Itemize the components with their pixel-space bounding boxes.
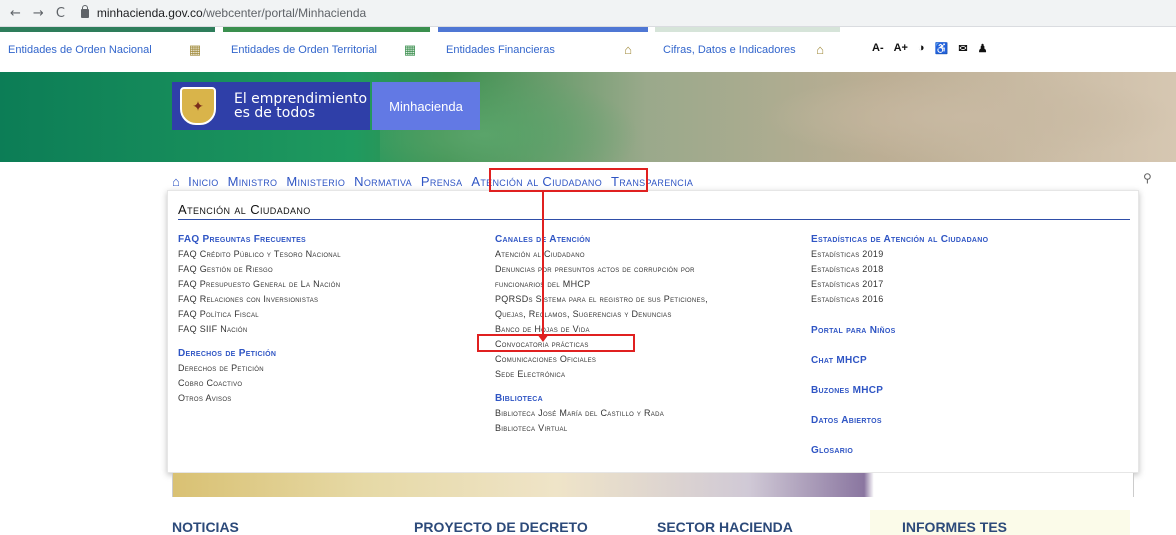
lock-icon (80, 4, 89, 18)
entity-color-bar (655, 27, 840, 32)
menu-link[interactable]: FAQ Gestión de Riesgo (178, 262, 341, 277)
menu-heading[interactable]: Canales de Atención (495, 233, 708, 247)
menu-link[interactable]: Atención al Ciudadano (495, 247, 708, 262)
menu-heading[interactable]: Estadísticas de Atención al Ciudadano (811, 233, 988, 247)
coat-of-arms-icon: ✦ (180, 87, 216, 125)
mega-menu-panel: Atención al Ciudadano FAQ Preguntas Frec… (167, 190, 1139, 473)
map-icon: ▦ (403, 42, 417, 57)
carousel-image-strip (172, 473, 1134, 497)
section-sector-hacienda[interactable]: SECTOR HACIENDA (657, 519, 793, 535)
bank-icon: ⌂ (624, 42, 632, 57)
slogan: El emprendimiento es de todos (234, 92, 367, 120)
menu-link[interactable]: Otros Avisos (178, 391, 341, 406)
nav-item-ministerio[interactable]: Ministerio (286, 174, 345, 189)
menu-link[interactable]: FAQ Crédito Público y Tesoro Nacional (178, 247, 341, 262)
menu-heading[interactable]: Chat MHCP (811, 354, 988, 368)
entity-label: Cifras, Datos e Indicadores (663, 43, 796, 56)
entity-color-bar (0, 27, 215, 32)
entity-orden-territorial[interactable]: Entidades de Orden Territorial ▦ (223, 27, 430, 72)
nav-item-ministro[interactable]: Ministro (228, 174, 278, 189)
entities-bar: Entidades de Orden Nacional ▦ Entidades … (0, 27, 1176, 72)
menu-link[interactable]: FAQ Política Fiscal (178, 307, 341, 322)
menu-column-faq: FAQ Preguntas Frecuentes FAQ Crédito Púb… (178, 233, 341, 406)
back-icon[interactable]: ← (10, 6, 21, 21)
slogan-line1: El emprendimiento (234, 91, 368, 107)
url-domain: minhacienda.gov.co (96, 6, 203, 20)
section-informes-tes[interactable]: INFORMES TES (902, 519, 1007, 535)
menu-heading[interactable]: Biblioteca (495, 392, 708, 406)
annotation-arrowhead (537, 334, 549, 342)
menu-link[interactable]: Sede Electrónica (495, 367, 708, 382)
menu-link[interactable]: Cobro Coactivo (178, 376, 341, 391)
nav-item-inicio[interactable]: Inicio (188, 174, 218, 189)
highlight-convocatoria-practicas (477, 334, 635, 352)
menu-link[interactable]: Estadísticas 2016 (811, 292, 988, 307)
menu-link[interactable]: Denuncias por presuntos actos de corrupc… (495, 262, 708, 277)
menu-column-estadisticas: Estadísticas de Atención al Ciudadano Es… (811, 233, 988, 458)
menu-link[interactable]: PQRSDs Sistema para el registro de sus P… (495, 292, 708, 307)
home-icon[interactable]: ⌂ (172, 174, 180, 189)
entity-orden-nacional[interactable]: Entidades de Orden Nacional ▦ (0, 27, 215, 72)
menu-link[interactable]: Estadísticas 2018 (811, 262, 988, 277)
font-increase-button[interactable]: A+ (894, 42, 908, 55)
contrast-icon[interactable]: ◑ (918, 42, 925, 55)
reload-icon[interactable]: C (56, 6, 65, 21)
menu-heading[interactable]: Glosario (811, 444, 988, 458)
menu-link[interactable]: funcionarios del MHCP (495, 277, 708, 292)
accessibility-icon[interactable]: ♿ (935, 42, 949, 55)
mail-icon[interactable]: ✉ (958, 42, 967, 55)
browser-toolbar: ← → C minhacienda.gov.co/webcenter/porta… (0, 0, 1176, 27)
divider (178, 219, 1130, 220)
entity-financieras[interactable]: Entidades Financieras ⌂ (438, 27, 648, 72)
hero-image-shade (760, 72, 1176, 162)
search-icon[interactable]: ⚲ (1143, 171, 1152, 185)
panel-title: Atención al Ciudadano (178, 202, 311, 217)
ministry-label[interactable]: Minhacienda (372, 82, 480, 130)
entity-label: Entidades Financieras (446, 43, 555, 56)
entity-color-bar (438, 27, 648, 32)
menu-link[interactable]: FAQ Presupuesto General de La Nación (178, 277, 341, 292)
address-bar[interactable]: minhacienda.gov.co/webcenter/portal/Minh… (80, 4, 367, 20)
menu-link[interactable]: Estadísticas 2019 (811, 247, 988, 262)
menu-link[interactable]: Biblioteca Virtual (495, 421, 708, 436)
entity-label: Entidades de Orden Territorial (231, 43, 377, 56)
menu-heading[interactable]: FAQ Preguntas Frecuentes (178, 233, 341, 247)
slogan-line2: es de todos (234, 105, 316, 121)
entity-cifras-datos[interactable]: Cifras, Datos e Indicadores ⌂ (655, 27, 840, 72)
menu-heading[interactable]: Portal para Niños (811, 324, 988, 338)
menu-link[interactable]: Estadísticas 2017 (811, 277, 988, 292)
menu-link[interactable]: Comunicaciones Oficiales (495, 352, 708, 367)
annotation-arrow (542, 192, 544, 338)
section-proyecto-decreto[interactable]: PROYECTO DE DECRETO (414, 519, 588, 535)
entity-color-bar (223, 27, 430, 32)
menu-heading[interactable]: Datos Abiertos (811, 414, 988, 428)
menu-link[interactable]: Derechos de Petición (178, 361, 341, 376)
font-decrease-button[interactable]: A- (872, 42, 884, 55)
user-icon[interactable]: ♟ (978, 42, 988, 55)
building-icon: ▦ (188, 42, 202, 57)
nav-item-prensa[interactable]: Prensa (421, 174, 462, 189)
entity-label: Entidades de Orden Nacional (8, 43, 152, 56)
menu-link[interactable]: Biblioteca José María del Castillo y Rad… (495, 406, 708, 421)
nav-item-normativa[interactable]: Normativa (354, 174, 412, 189)
highlight-atencion-ciudadano (489, 168, 648, 192)
bank-icon: ⌂ (816, 42, 824, 57)
menu-heading[interactable]: Buzones MHCP (811, 384, 988, 398)
forward-icon[interactable]: → (33, 6, 44, 21)
brand-logo[interactable]: ✦ El emprendimiento es de todos (172, 82, 370, 130)
menu-link[interactable]: Quejas, Reclamos, Sugerencias y Denuncia… (495, 307, 708, 322)
menu-link[interactable]: FAQ Relaciones con Inversionistas (178, 292, 341, 307)
section-noticias[interactable]: NOTICIAS (172, 519, 239, 535)
url-path: /webcenter/portal/Minhacienda (202, 6, 367, 20)
menu-heading[interactable]: Derechos de Petición (178, 347, 341, 361)
accessibility-tools: A- A+ ◑ ♿ ✉ ♟ (872, 42, 987, 55)
menu-link[interactable]: FAQ SIIF Nación (178, 322, 341, 337)
